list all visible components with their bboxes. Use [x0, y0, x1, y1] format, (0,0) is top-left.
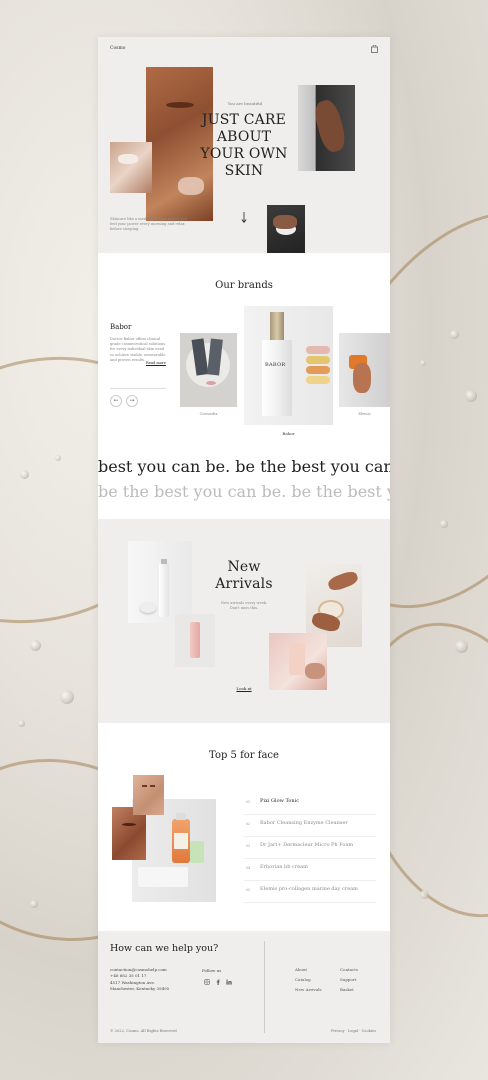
hero-title-line: SKIN — [224, 163, 264, 179]
top5-list: 01 Pixi Glow Tonic 02 Babor Cleansing En… — [244, 793, 376, 903]
shopping-bag-icon[interactable] — [371, 45, 378, 53]
arrival-tube-image — [175, 614, 215, 667]
arrival-pink-bottle-image — [269, 633, 327, 690]
list-item-number: 03 — [246, 844, 251, 848]
list-item-name: Elemis pro-collagen marine day cream — [260, 886, 358, 892]
brand-card-cosmedix[interactable] — [180, 333, 237, 407]
arrival-serum-bottle-image — [128, 541, 192, 623]
list-item-name: Dr Jart+ Dermaclear Micro Ph Foam — [260, 842, 354, 848]
footer-address-line2: Manchester, Kentucky 39495 — [110, 986, 170, 991]
marquee-line-1: best you can be. be the best you can — [98, 457, 390, 476]
separator: · — [359, 1029, 361, 1033]
copyright: © 2022, Cosmo. All Rights Reserved — [110, 1029, 177, 1033]
cookies-link[interactable]: Cookies — [362, 1029, 376, 1033]
list-item-name: Babor Cleansing Enzyme Cleanser — [260, 820, 348, 826]
hero-title: JUST CARE ABOUT YOUR OWN SKIN — [198, 112, 290, 180]
new-arrivals-section: New Arrivals New arrivals every week. Do… — [98, 519, 390, 723]
footer-link-new-arrivals[interactable]: New Arrivals — [295, 987, 322, 992]
brand-active-description: Doctor Babor offers clinical grade cosme… — [110, 337, 166, 362]
list-item[interactable]: 02 Babor Cleansing Enzyme Cleanser — [244, 815, 376, 837]
legal-links: Privacy · Legal · Cookies — [331, 1029, 376, 1033]
arrivals-title-line: Arrivals — [215, 576, 273, 592]
logo[interactable]: Cosmo — [110, 46, 125, 51]
list-item-number: 01 — [246, 800, 251, 804]
footer-section: How can we help you? contaction@cosmohel… — [98, 931, 390, 1043]
footer-link-catalog[interactable]: Catalog — [295, 977, 311, 982]
list-item-name: Erborian bb cream — [260, 864, 308, 870]
footer-heading: How can we help you? — [110, 943, 219, 954]
brands-heading: Our brands — [215, 280, 273, 291]
list-item[interactable]: 04 Erborian bb cream — [244, 859, 376, 881]
instagram-icon[interactable] — [204, 979, 210, 985]
list-item-number: 05 — [246, 888, 251, 892]
brand-card-elemis[interactable] — [339, 333, 390, 407]
arrow-down-icon[interactable] — [241, 212, 247, 223]
footer-email[interactable]: contaction@cosmohelp.com — [110, 967, 167, 972]
marquee-text: be the best you can be. be the best yo — [98, 482, 390, 501]
footer-link-contacts[interactable]: Contacts — [340, 967, 358, 972]
hero-hand-gesture-image — [298, 85, 355, 171]
marquee-section: best you can be. be the best you can be … — [98, 453, 390, 519]
arrivals-title: New Arrivals — [208, 559, 280, 593]
footer-phone[interactable]: +46 682 35 01 17 — [110, 973, 146, 978]
arrivals-subtitle: New arrivals every week. Don't miss this… — [220, 601, 268, 611]
top5-section: Top 5 for face 01 Pixi Glow Tonic 02 Bab… — [98, 723, 390, 931]
brand-label-elemis: Elemis — [358, 412, 371, 416]
brand-label-babor: Babor — [282, 431, 295, 436]
brand-label-cosmedix: Cosmedix — [199, 412, 218, 416]
list-item[interactable]: 01 Pixi Glow Tonic — [244, 793, 376, 815]
footer-link-basket[interactable]: Basket — [340, 987, 354, 992]
footer-divider — [264, 941, 265, 1033]
hero-eyebrow: You are beautiful — [227, 101, 263, 106]
read-more-link[interactable]: Read more — [146, 361, 166, 365]
list-item-name: Pixi Glow Tonic — [260, 798, 300, 804]
top5-heading: Top 5 for face — [209, 750, 279, 761]
marquee-text: best you can be. be the best you can — [98, 457, 390, 476]
privacy-link[interactable]: Privacy — [331, 1029, 345, 1033]
brand-divider — [110, 388, 166, 389]
brand-card-babor[interactable]: BABOR — [244, 306, 333, 425]
list-item-number: 02 — [246, 822, 251, 826]
top5-face-top-image — [133, 775, 164, 815]
hero-description: Skincare like a meditation that makes yo… — [110, 217, 187, 232]
arrow-left-icon: ← — [113, 397, 119, 404]
hero-title-line: JUST CARE — [201, 112, 287, 128]
arrow-right-icon: → — [129, 397, 135, 404]
linkedin-icon[interactable] — [226, 979, 232, 985]
hero-title-line: ABOUT — [216, 129, 272, 145]
separator: · — [345, 1029, 347, 1033]
hero-title-line: YOUR OWN — [200, 146, 288, 162]
footer-link-about[interactable]: About — [295, 967, 307, 972]
marquee-line-2: be the best you can be. be the best yo — [98, 482, 390, 501]
hero-section: Cosmo You are beautiful JUST CARE ABOUT … — [98, 37, 390, 262]
landing-page: Cosmo You are beautiful JUST CARE ABOUT … — [98, 37, 390, 1043]
list-item[interactable]: 03 Dr Jart+ Dermaclear Micro Ph Foam — [244, 837, 376, 859]
follow-us-label: Follow us — [202, 968, 222, 973]
next-brand-button[interactable]: → — [126, 395, 138, 407]
legal-link[interactable]: Legal — [348, 1029, 358, 1033]
hero-hand-cream-image — [110, 142, 152, 193]
footer-link-support[interactable]: Support — [340, 977, 356, 982]
facebook-icon[interactable] — [215, 979, 221, 985]
list-item[interactable]: 05 Elemis pro-collagen marine day cream — [244, 881, 376, 903]
prev-brand-button[interactable]: ← — [110, 395, 122, 407]
arrivals-title-line: New — [227, 559, 261, 575]
look-at-link[interactable]: Look at — [218, 686, 270, 691]
brand-active-name: Babor — [110, 323, 132, 331]
footer-address-line1: 4517 Washington Ave. — [110, 980, 156, 985]
list-item-number: 04 — [246, 866, 251, 870]
